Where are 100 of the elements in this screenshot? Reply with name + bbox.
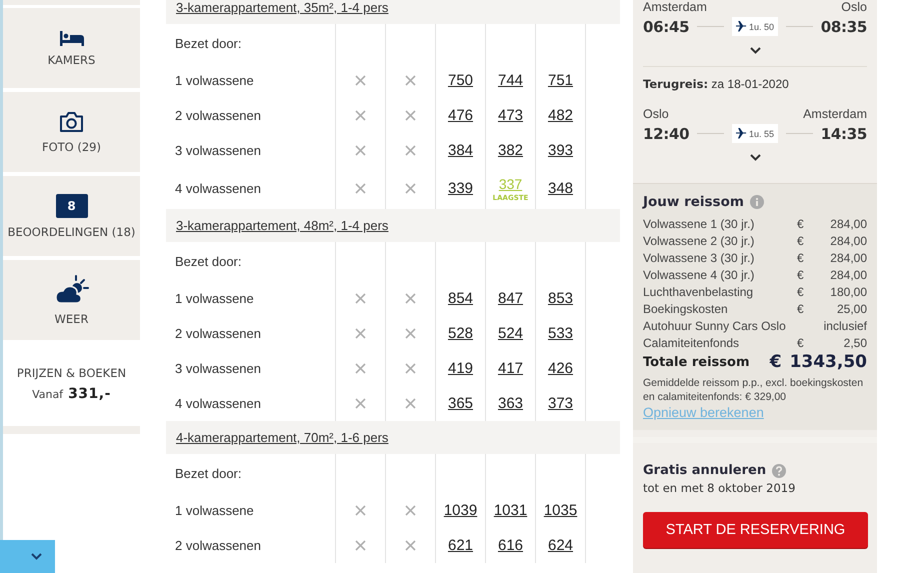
cost-label: Volwassene 3 (30 jr.) [643, 250, 756, 267]
price-link[interactable]: 365 [448, 395, 474, 412]
sidebar-tab[interactable]: KAMERS [3, 8, 140, 88]
currency-sign: € [797, 335, 805, 352]
cost-amount: inclusief [822, 318, 867, 335]
price-link[interactable]: 363 [498, 395, 524, 412]
occupancy-label: 3 volwassenen [175, 361, 261, 376]
currency-sign: € [797, 233, 805, 250]
cross-icon [405, 398, 416, 409]
sidebar-tab[interactable]: FOTO (29) [3, 92, 140, 172]
price-link[interactable]: 621 [448, 537, 474, 554]
price-prefix: Vanaf [32, 388, 64, 401]
occupancy-label: 1 volwassene [175, 503, 254, 518]
departure-time: 06:45 [643, 18, 690, 36]
currency-sign: € [797, 284, 805, 301]
price-link[interactable]: 426 [548, 360, 574, 377]
occupancy-label: 3 volwassenen [175, 143, 261, 158]
cross-icon [355, 75, 366, 86]
cross-icon [405, 293, 416, 304]
cancellation-title: Gratis annuleren [643, 463, 766, 478]
cross-icon [355, 540, 366, 551]
currency-sign: € [797, 250, 805, 267]
total-amount: 1343,50 [790, 352, 867, 372]
price-link[interactable]: 339 [448, 180, 474, 197]
price-amount: 331,- [68, 386, 111, 402]
summary-note: Gemiddelde reissom p.p., excl. boekingskosten en calamiteitenfonds: € 329,00 [643, 376, 864, 404]
cancellation-deadline: tot en met 8 oktober 2019 [643, 481, 796, 495]
cross-icon [355, 505, 366, 516]
cost-amount: 284,00 [829, 267, 867, 284]
price-link[interactable]: 853 [548, 290, 574, 307]
price-link[interactable]: 616 [498, 537, 524, 554]
price-link[interactable]: 528 [448, 325, 474, 342]
currency-sign: € [797, 301, 805, 318]
price-link[interactable]: 744 [498, 72, 524, 89]
cross-icon [405, 363, 416, 374]
currency-sign: € [797, 216, 805, 233]
arrival-time: 14:35 [820, 124, 867, 142]
price-link[interactable]: 476 [448, 107, 474, 124]
city-label: Amsterdam [803, 107, 867, 121]
price-link[interactable]: 1039 [444, 502, 478, 519]
occupancy-heading: Bezet door: [175, 254, 242, 269]
price-link[interactable]: 348 [548, 180, 574, 197]
occupancy-label: 1 volwassene [175, 291, 254, 306]
cross-icon [355, 363, 366, 374]
price-link[interactable]: 393 [548, 142, 574, 159]
price-link[interactable]: 384 [448, 142, 474, 159]
price-link[interactable]: 524 [498, 325, 524, 342]
sidebar-tab[interactable]: WEER [3, 260, 140, 340]
summary-title: Jouw reissom [643, 194, 744, 210]
city-label: Amsterdam [643, 0, 707, 14]
info-icon [750, 195, 764, 209]
price-link[interactable]: 1031 [494, 502, 528, 519]
price-link[interactable]: 854 [448, 290, 474, 307]
total-label: Totale reissom [643, 354, 750, 370]
camera-icon [59, 110, 84, 133]
price-link[interactable]: 751 [548, 72, 574, 89]
cross-icon [355, 110, 366, 121]
price-link[interactable]: 482 [548, 107, 574, 124]
price-link[interactable]: 1035 [544, 502, 578, 519]
price-link[interactable]: 624 [548, 537, 574, 554]
cost-label: Volwassene 1 (30 jr.) [643, 216, 756, 233]
occupancy-label: 4 volwassenen [175, 181, 261, 196]
plane-icon [736, 21, 747, 32]
cross-icon [355, 293, 366, 304]
book-button[interactable]: START DE RESERVERING [643, 512, 868, 548]
occupancy-label: 1 volwassene [175, 73, 254, 88]
occupancy-label: 2 volwassenen [175, 108, 261, 123]
cost-label: Calamiteitenfonds [643, 335, 740, 352]
cost-amount: 284,00 [829, 233, 867, 250]
cross-icon [355, 183, 366, 194]
price-link[interactable]: 373 [548, 395, 574, 412]
departure-time: 12:40 [643, 124, 690, 142]
price-link[interactable]: 382 [498, 142, 524, 159]
currency-sign: € [770, 352, 782, 372]
cross-icon [405, 540, 416, 551]
occupancy-label: 2 volwassenen [175, 538, 261, 553]
price-link[interactable]: 473 [498, 107, 524, 124]
price-link[interactable]: 419 [448, 360, 474, 377]
occupancy-heading: Bezet door: [175, 36, 242, 51]
occupancy-heading: Bezet door: [175, 466, 242, 481]
arrival-time: 08:35 [820, 18, 867, 36]
city-label: Oslo [841, 0, 867, 14]
cross-icon [405, 183, 416, 194]
currency-sign: € [797, 267, 805, 284]
cost-label: Volwassene 4 (30 jr.) [643, 267, 756, 284]
chevron-down-icon[interactable] [750, 47, 760, 54]
chevron-down-icon[interactable] [750, 154, 760, 161]
price-link[interactable]: 750 [448, 72, 474, 89]
city-label: Oslo [643, 107, 669, 121]
cost-label: Boekingskosten [643, 301, 729, 318]
cross-icon [405, 505, 416, 516]
sidebar-tab[interactable]: 8 BEOORDELINGEN (18) [3, 176, 140, 256]
price-link[interactable]: 417 [498, 360, 524, 377]
cross-icon [355, 145, 366, 156]
cost-amount: 284,00 [829, 216, 867, 233]
cost-amount: 2,50 [842, 335, 867, 352]
price-link[interactable]: 847 [498, 290, 524, 307]
cross-icon [355, 398, 366, 409]
bed-icon [58, 30, 84, 46]
price-link[interactable]: 533 [548, 325, 574, 342]
